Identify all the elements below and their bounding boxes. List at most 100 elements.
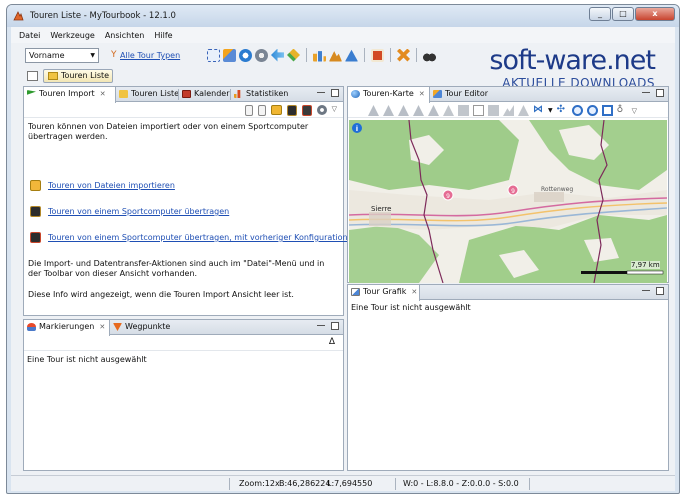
legend-icon[interactable] xyxy=(458,105,469,116)
close-tab-icon[interactable]: ✕ xyxy=(411,288,417,296)
toolbar-icons xyxy=(207,48,436,62)
device-icon[interactable] xyxy=(286,105,297,116)
tab-tour-editor[interactable]: Tour Editor xyxy=(430,87,500,102)
close-tab-icon[interactable]: ✕ xyxy=(100,90,106,98)
map-road-label: Rottenweg xyxy=(541,186,574,193)
tab-touren-liste[interactable]: Touren Liste xyxy=(116,87,179,102)
tour-end-icon[interactable] xyxy=(398,105,409,116)
menu-ansichten[interactable]: Ansichten xyxy=(105,31,145,40)
window-title: Touren Liste - MyTourbook - 12.1.0 xyxy=(30,11,176,21)
merge-icon[interactable] xyxy=(287,48,300,62)
minimize-view-button[interactable] xyxy=(642,290,650,293)
tab-statistiken[interactable]: Statistiken xyxy=(231,87,291,102)
zoom-in-icon[interactable] xyxy=(571,105,583,116)
compass-icon[interactable] xyxy=(239,48,252,62)
binoculars-icon[interactable] xyxy=(423,48,436,62)
tour-slider-icon[interactable] xyxy=(428,105,439,116)
minimize-view-button[interactable] xyxy=(317,325,325,328)
tools-icon[interactable] xyxy=(397,48,410,62)
mytourbook-icon xyxy=(13,11,24,21)
tour-info-icon[interactable] xyxy=(443,105,454,116)
sort-delta-icon[interactable]: Δ xyxy=(329,337,335,347)
import-file-icon[interactable] xyxy=(257,105,266,116)
chart-sync-icon[interactable] xyxy=(503,105,514,116)
perspective-label: Touren Liste xyxy=(61,71,110,80)
status-tile-info: W:0 - L:8.8.0 - Z:0.0.0 - S:0.0 xyxy=(403,479,519,488)
tab-touren-karte[interactable]: Touren-Karte ✕ xyxy=(348,87,430,103)
status-bar: Zoom:12x B:46,286224 L:7,694550 W:0 - L:… xyxy=(11,475,675,491)
tab-tour-grafik[interactable]: Tour Grafik ✕ xyxy=(348,285,420,301)
minimize-view-button[interactable] xyxy=(642,92,650,95)
profile-sync-icon[interactable] xyxy=(518,105,529,116)
tab-label: Wegpunkte xyxy=(125,322,171,331)
tour-peak-icon[interactable] xyxy=(383,105,394,116)
link-icon[interactable]: ⋈ xyxy=(533,105,544,116)
chart-mountain-icon[interactable] xyxy=(329,51,342,62)
touren-import-view: Touren Import ✕ Touren Liste Kalender Sta… xyxy=(23,86,348,316)
minimize-view-button[interactable] xyxy=(317,92,325,95)
view-menu-chevron-icon[interactable]: ▽ xyxy=(332,105,337,116)
position-pin-icon[interactable]: ♁ xyxy=(617,105,628,116)
tab-kalender[interactable]: Kalender xyxy=(179,87,230,102)
marker-icon xyxy=(27,323,36,331)
map-scale-label: 7,97 km xyxy=(631,261,660,269)
import-intro: Touren können von Dateien importiert ode… xyxy=(28,122,309,141)
open-perspective-icon[interactable] xyxy=(27,71,38,81)
maximize-button[interactable]: □ xyxy=(612,7,634,21)
perspective-touren-liste-button[interactable]: Touren Liste xyxy=(43,69,113,83)
toolbar-separator xyxy=(390,48,391,62)
flag-icon xyxy=(27,90,36,95)
arrow-left-icon[interactable] xyxy=(271,48,284,62)
zoom-out-icon[interactable] xyxy=(586,105,598,116)
status-separator xyxy=(229,478,230,490)
scale-icon[interactable] xyxy=(473,105,484,116)
menu-hilfe[interactable]: Hilfe xyxy=(154,31,172,40)
new-tour-icon[interactable] xyxy=(207,48,220,62)
device-config-icon xyxy=(30,232,41,243)
status-longitude: L:7,694550 xyxy=(327,479,373,488)
close-tab-icon[interactable]: ✕ xyxy=(419,90,425,98)
map-canvas[interactable]: 9 9 i Sierre Rottenweg 7,97 km xyxy=(349,120,667,283)
no-tour-selected-message: Eine Tour ist nicht ausgewählt xyxy=(27,355,147,364)
tour-marker-icon[interactable] xyxy=(413,105,424,116)
edit-tour-icon[interactable] xyxy=(223,48,236,62)
toolbar-separator xyxy=(364,48,365,62)
device-config-icon[interactable] xyxy=(301,105,312,116)
open-folder-icon[interactable] xyxy=(270,105,282,115)
svg-text:i: i xyxy=(356,125,358,133)
chart-peak-icon[interactable] xyxy=(345,49,358,62)
maximize-view-button[interactable] xyxy=(331,89,339,97)
settings-icon[interactable] xyxy=(316,105,327,115)
import-from-device-config-link[interactable]: Touren von einem Sportcomputer übertrage… xyxy=(48,233,348,242)
tour-start-icon[interactable] xyxy=(368,105,379,116)
calendar-icon xyxy=(182,90,191,98)
maximize-view-button[interactable] xyxy=(656,287,664,295)
tour-type-filter-link[interactable]: Alle Tour Typen xyxy=(120,51,180,60)
zoom-extent-icon[interactable] xyxy=(601,105,613,116)
maximize-view-button[interactable] xyxy=(656,89,664,97)
close-tab-icon[interactable]: ✕ xyxy=(99,323,105,331)
device-transfer-icon[interactable] xyxy=(371,48,384,62)
minimize-button[interactable]: _ xyxy=(589,7,611,21)
tab-markierungen[interactable]: Markierungen ✕ xyxy=(24,320,110,336)
title-bar[interactable]: Touren Liste - MyTourbook - 12.1.0 _ □ x xyxy=(7,5,679,27)
waypoint-icon xyxy=(113,323,122,331)
move-icon[interactable]: ✣ xyxy=(557,105,568,116)
synchronize-icon[interactable] xyxy=(488,105,499,116)
tab-touren-import[interactable]: Touren Import ✕ xyxy=(24,87,116,103)
left-bottom-tabstrip: Markierungen ✕ Wegpunkte xyxy=(24,320,343,336)
menu-datei[interactable]: Datei xyxy=(19,31,40,40)
view-menu-chevron-icon[interactable]: ▽ xyxy=(632,107,637,115)
map-toolbar-icons: ⋈ ▼ ✣ ♁ ▽ xyxy=(368,105,637,116)
settings-icon[interactable] xyxy=(255,48,268,62)
tab-wegpunkte[interactable]: Wegpunkte xyxy=(110,320,180,335)
person-select[interactable]: Vorname ▼ xyxy=(25,48,99,63)
import-from-files-link[interactable]: Touren von Dateien importieren xyxy=(48,181,175,190)
close-button[interactable]: x xyxy=(635,7,675,21)
chevron-down-icon[interactable]: ▼ xyxy=(548,107,553,114)
chart-bars-icon[interactable] xyxy=(313,51,326,62)
import-file-icon[interactable] xyxy=(244,105,253,116)
import-from-device-link[interactable]: Touren von einem Sportcomputer übertrage… xyxy=(48,207,229,216)
menu-werkzeuge[interactable]: Werkzeuge xyxy=(50,31,94,40)
maximize-view-button[interactable] xyxy=(331,322,339,330)
